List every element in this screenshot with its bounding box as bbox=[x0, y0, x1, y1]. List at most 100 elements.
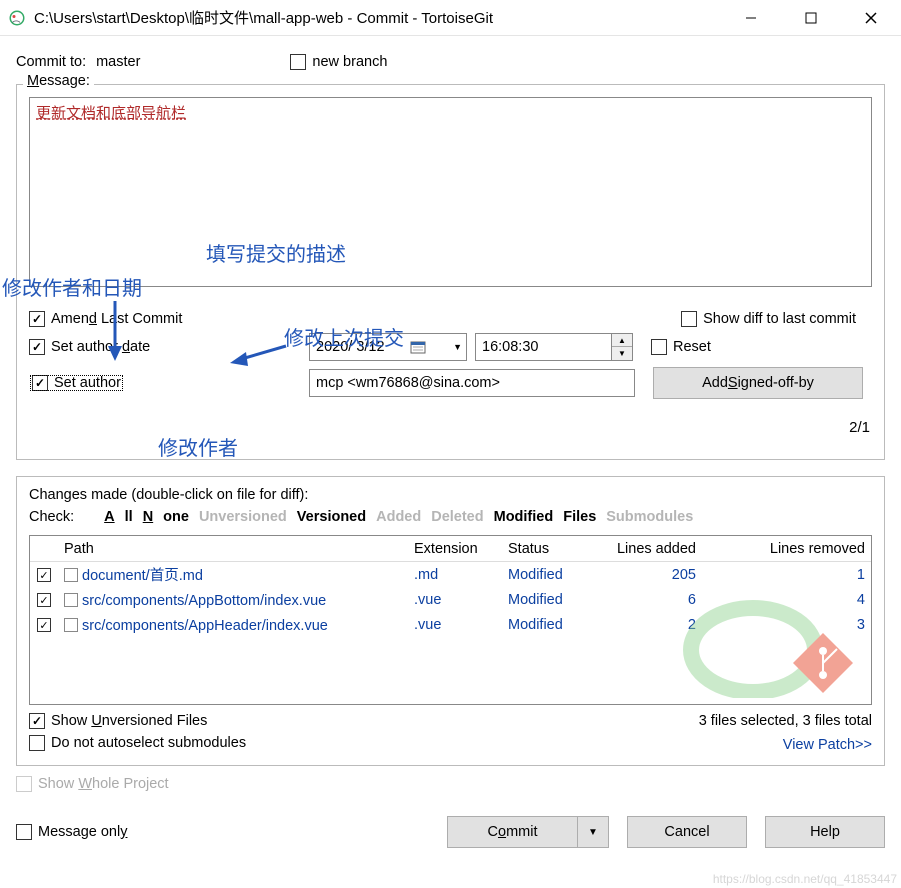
file-lines-added: 205 bbox=[592, 567, 702, 583]
maximize-icon bbox=[805, 12, 817, 24]
col-path[interactable]: Path bbox=[58, 541, 408, 557]
file-status: Modified bbox=[502, 592, 592, 608]
commit-split-button[interactable]: Commit ▼ bbox=[447, 816, 609, 848]
file-path: src/components/AppBottom/index.vue bbox=[58, 591, 408, 609]
show-whole-project-checkbox: Show Whole Project bbox=[16, 776, 869, 792]
new-branch-checkbox[interactable]: new branch bbox=[290, 54, 387, 70]
table-row[interactable]: ✓document/首页.md.mdModified2051 bbox=[30, 562, 871, 587]
file-status: Modified bbox=[502, 567, 592, 583]
commit-message-input[interactable]: 更新文档和底部导航栏 bbox=[29, 97, 872, 287]
file-status: Modified bbox=[502, 617, 592, 633]
file-list[interactable]: Path Extension Status Lines added Lines … bbox=[29, 535, 872, 705]
file-path: src/components/AppHeader/index.vue bbox=[58, 616, 408, 634]
table-row[interactable]: ✓ src/components/AppBottom/index.vue.vueM… bbox=[30, 587, 871, 612]
no-autoselect-submodules-checkbox[interactable]: Do not autoselect submodules bbox=[29, 735, 246, 751]
reset-checkbox[interactable]: Reset bbox=[651, 339, 711, 355]
file-icon bbox=[64, 618, 78, 632]
checkbox-icon bbox=[29, 713, 45, 729]
filter-deleted[interactable]: Deleted bbox=[431, 509, 483, 525]
show-whole-project-label: Show Whole Project bbox=[38, 776, 169, 792]
checkbox-icon[interactable]: ✓ bbox=[37, 568, 51, 582]
minimize-button[interactable] bbox=[721, 0, 781, 36]
date-input[interactable]: 2020/ 3/12 ▼ bbox=[309, 333, 467, 361]
checkbox-icon[interactable]: ✓ bbox=[37, 593, 51, 607]
filter-none[interactable]: None bbox=[143, 509, 189, 525]
text-counter: 2/1 bbox=[849, 419, 870, 436]
file-ext: .md bbox=[408, 567, 502, 583]
checkbox-icon bbox=[29, 311, 45, 327]
changes-header: Changes made (double-click on file for d… bbox=[29, 487, 872, 503]
view-patch-link[interactable]: View Patch>> bbox=[783, 737, 872, 753]
col-extension[interactable]: Extension bbox=[408, 541, 502, 557]
col-lines-added[interactable]: Lines added bbox=[592, 541, 702, 557]
reset-label: Reset bbox=[673, 339, 711, 355]
filter-files[interactable]: Files bbox=[563, 509, 596, 525]
checkbox-icon bbox=[29, 339, 45, 355]
show-diff-last-commit-checkbox[interactable]: Show diff to last commit bbox=[681, 311, 856, 327]
spin-up-button[interactable]: ▲ bbox=[612, 334, 632, 347]
chevron-down-icon: ▼ bbox=[453, 342, 462, 352]
file-ext: .vue bbox=[408, 617, 502, 633]
amend-last-commit-checkbox[interactable]: Amend Last Commit bbox=[29, 311, 182, 327]
filter-added[interactable]: Added bbox=[376, 509, 421, 525]
maximize-button[interactable] bbox=[781, 0, 841, 36]
show-unversioned-checkbox[interactable]: Show Unversioned Files bbox=[29, 713, 246, 729]
filter-submodules[interactable]: Submodules bbox=[606, 509, 693, 525]
app-icon bbox=[8, 9, 26, 27]
author-input[interactable] bbox=[309, 369, 635, 397]
window-title: C:\Users\start\Desktop\临时文件\mall-app-web… bbox=[34, 7, 721, 28]
set-author-date-label: Set author date bbox=[51, 339, 150, 355]
show-diff-last-label: Show diff to last commit bbox=[703, 311, 856, 327]
bottom-bar: Message only Commit ▼ Cancel Help bbox=[0, 806, 901, 860]
no-autoselect-label: Do not autoselect submodules bbox=[51, 735, 246, 751]
watermark: https://blog.csdn.net/qq_41853447 bbox=[713, 872, 897, 886]
file-icon bbox=[64, 568, 78, 582]
message-group: Message: 更新文档和底部导航栏 2/1 Amend Last Commi… bbox=[16, 84, 885, 460]
checkbox-icon bbox=[651, 339, 667, 355]
commit-to-row: Commit to: master new branch bbox=[16, 54, 885, 70]
checkbox-icon bbox=[29, 735, 45, 751]
close-button[interactable] bbox=[841, 0, 901, 36]
minimize-icon bbox=[745, 12, 757, 24]
help-button[interactable]: Help bbox=[765, 816, 885, 848]
filter-unversioned[interactable]: Unversioned bbox=[199, 509, 287, 525]
set-author-checkbox[interactable]: Set author bbox=[29, 374, 124, 392]
set-author-date-checkbox[interactable]: Set author date bbox=[29, 339, 150, 355]
file-lines-added: 2 bbox=[592, 617, 702, 633]
chevron-down-icon: ▼ bbox=[588, 827, 598, 838]
filter-modified[interactable]: Modified bbox=[494, 509, 554, 525]
amend-last-commit-label: Amend Last Commit bbox=[51, 311, 182, 327]
branch-name: master bbox=[96, 54, 140, 70]
time-value: 16:08:30 bbox=[476, 339, 611, 355]
message-only-checkbox[interactable]: Message only bbox=[16, 824, 127, 840]
files-summary: 3 files selected, 3 files total bbox=[699, 713, 872, 729]
check-filters: Check: All None Unversioned Versioned Ad… bbox=[29, 509, 872, 525]
file-ext: .vue bbox=[408, 592, 502, 608]
table-row[interactable]: ✓ src/components/AppHeader/index.vue.vueM… bbox=[30, 612, 871, 637]
checkbox-icon[interactable]: ✓ bbox=[37, 618, 51, 632]
col-lines-removed[interactable]: Lines removed bbox=[702, 541, 871, 557]
filter-all[interactable]: All bbox=[104, 509, 133, 525]
time-input[interactable]: 16:08:30 ▲ ▼ bbox=[475, 333, 633, 361]
calendar-icon bbox=[409, 339, 427, 355]
file-list-header: Path Extension Status Lines added Lines … bbox=[30, 536, 871, 562]
col-status[interactable]: Status bbox=[502, 541, 592, 557]
add-signed-off-by-button[interactable]: Add Signed-off-by bbox=[653, 367, 863, 399]
message-only-label: Message only bbox=[38, 824, 127, 840]
new-branch-label: new branch bbox=[312, 54, 387, 70]
changes-group: Changes made (double-click on file for d… bbox=[16, 476, 885, 766]
commit-dropdown-button[interactable]: ▼ bbox=[577, 816, 609, 848]
file-lines-removed: 1 bbox=[702, 567, 871, 583]
message-legend: Message: bbox=[23, 73, 94, 89]
spin-down-button[interactable]: ▼ bbox=[612, 347, 632, 360]
checkbox-icon bbox=[290, 54, 306, 70]
date-value: 2020/ 3/12 bbox=[316, 339, 385, 355]
show-unversioned-label: Show Unversioned Files bbox=[51, 713, 207, 729]
checkbox-icon bbox=[16, 824, 32, 840]
set-author-label: Set author bbox=[54, 375, 121, 391]
cancel-button[interactable]: Cancel bbox=[627, 816, 747, 848]
checkbox-icon bbox=[32, 375, 48, 391]
checkbox-icon bbox=[16, 776, 32, 792]
commit-button[interactable]: Commit bbox=[447, 816, 577, 848]
filter-versioned[interactable]: Versioned bbox=[297, 509, 366, 525]
